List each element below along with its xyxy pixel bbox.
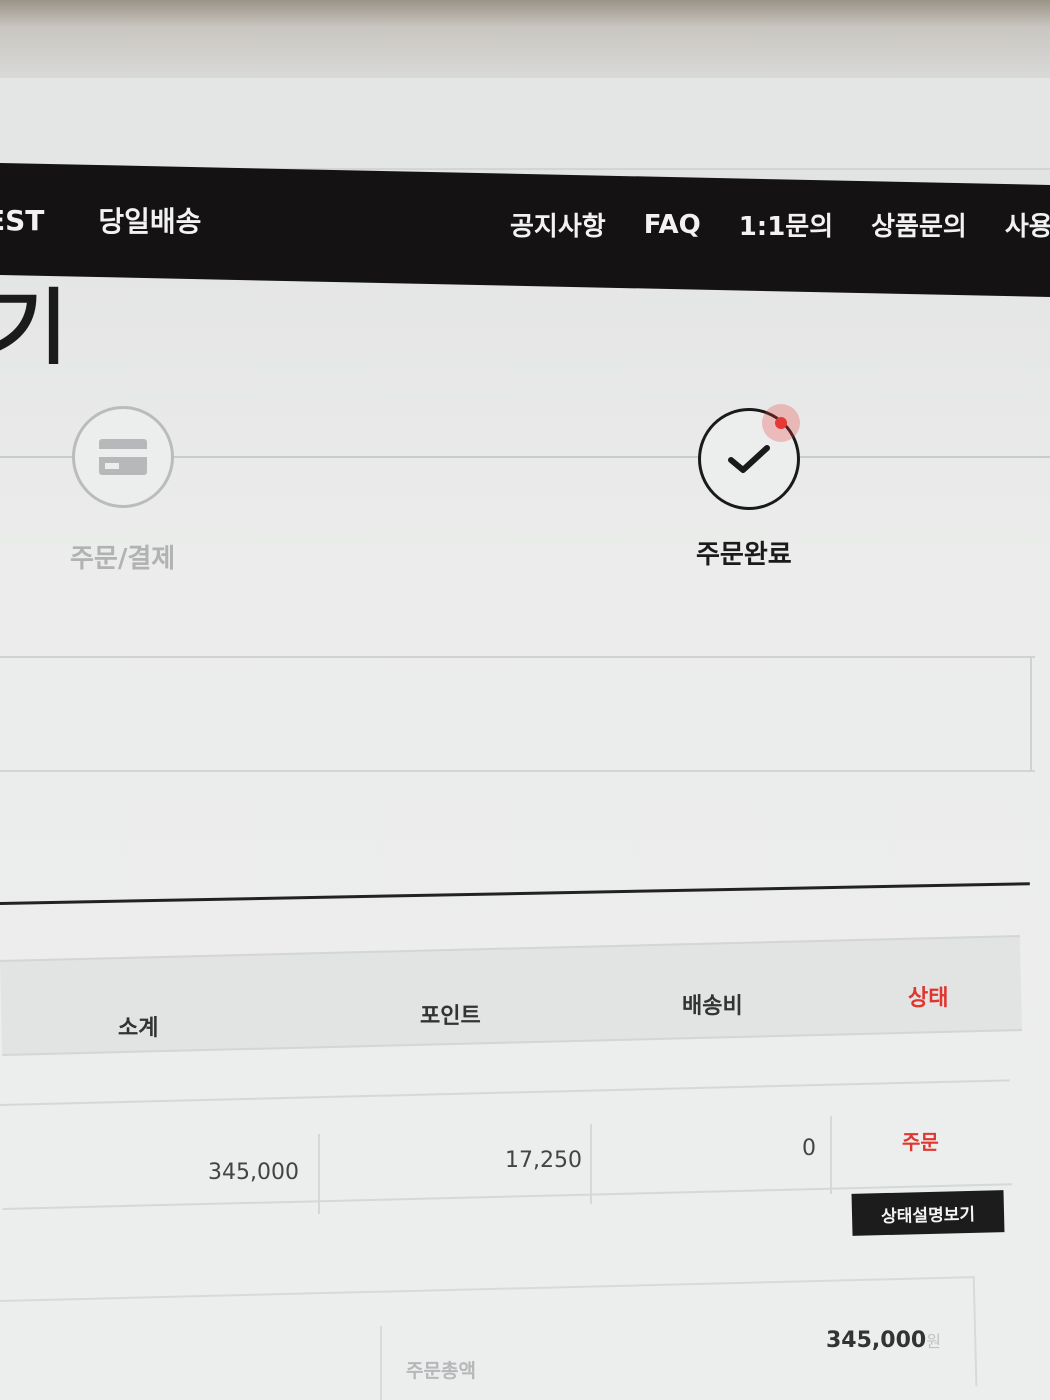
step-payment xyxy=(72,406,174,508)
step-complete-label: 주문완료 xyxy=(696,540,792,570)
summary-divider xyxy=(380,1326,382,1400)
summary-total-value: 345,000원 xyxy=(826,1328,941,1353)
nav-right-group: 공지사항 FAQ 1:1문의 상품문의 사용후기 xyxy=(510,206,1050,243)
row-point: 17,250 xyxy=(505,1148,582,1173)
summary-amount: 345,000 xyxy=(826,1328,927,1353)
page-title: 기 xyxy=(0,281,68,376)
nav-item-product-qna[interactable]: 상품문의 xyxy=(871,206,967,243)
nav-item-notice[interactable]: 공지사항 xyxy=(510,206,606,243)
column-divider xyxy=(830,1116,832,1194)
col-header-subtotal: 소계 xyxy=(118,1016,159,1041)
nav-left-group: EST 당일배송 xyxy=(0,200,201,240)
nav-item-reviews[interactable]: 사용후기 xyxy=(1005,206,1050,243)
monitor-bezel xyxy=(0,0,1050,78)
row-shipping: 0 xyxy=(802,1136,816,1161)
column-divider xyxy=(590,1124,592,1204)
table-top-rule xyxy=(0,882,1030,905)
row-subtotal: 345,000 xyxy=(208,1160,299,1185)
info-box-bottom xyxy=(0,770,1035,772)
row-status: 주문 xyxy=(902,1130,939,1154)
col-header-status: 상태 xyxy=(908,986,949,1011)
cursor-indicator xyxy=(762,404,800,442)
info-box-top xyxy=(0,656,1035,658)
column-divider xyxy=(318,1134,320,1214)
step-payment-label: 주문/결제 xyxy=(70,544,176,574)
summary-unit: 원 xyxy=(926,1332,941,1351)
info-box-right xyxy=(1030,656,1032,772)
credit-card-icon xyxy=(99,439,147,475)
col-header-shipping: 배송비 xyxy=(682,994,743,1019)
col-header-point: 포인트 xyxy=(420,1004,481,1029)
checkmark-icon xyxy=(728,445,770,473)
summary-total-label: 주문총액 xyxy=(406,1360,476,1382)
nav-item-faq[interactable]: FAQ xyxy=(644,210,701,240)
nav-item-best[interactable]: EST xyxy=(0,204,44,237)
screen: EST 당일배송 공지사항 FAQ 1:1문의 상품문의 사용후기 기 주문/결… xyxy=(0,0,1050,1400)
nav-item-inquiry[interactable]: 1:1문의 xyxy=(739,206,833,243)
nav-item-same-day[interactable]: 당일배송 xyxy=(98,200,201,240)
browser-toolbar xyxy=(0,78,1050,170)
status-description-button[interactable]: 상태설명보기 xyxy=(851,1190,1005,1236)
table-row xyxy=(0,1079,1013,1210)
